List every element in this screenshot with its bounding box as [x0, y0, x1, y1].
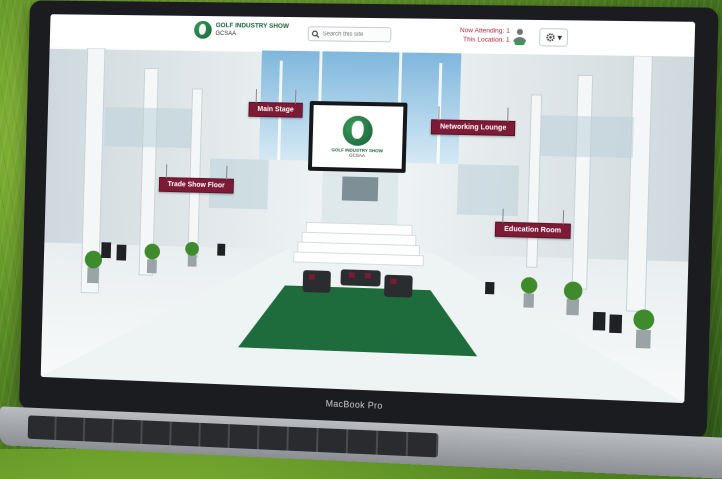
settings-button[interactable]: ▾ — [538, 28, 569, 47]
gear-icon — [545, 32, 556, 42]
chevron-down-icon: ▾ — [557, 31, 563, 43]
globe-logo-icon — [193, 20, 212, 39]
laptop: GOLF INDUSTRY SHOW GCSAA Now Attending: … — [0, 0, 722, 479]
search-icon — [312, 30, 320, 38]
this-location: This Location: 1 — [462, 36, 510, 44]
laptop-bezel: GOLF INDUSTRY SHOW GCSAA Now Attending: … — [18, 0, 719, 439]
search-input[interactable] — [322, 30, 389, 38]
sign-main-stage[interactable]: Main Stage — [248, 101, 303, 118]
laptop-screen: GOLF INDUSTRY SHOW GCSAA Now Attending: … — [40, 14, 696, 404]
attendance-stats: Now Attending: 1 This Location: 1 — [460, 26, 510, 45]
keyboard — [27, 415, 439, 458]
search-box[interactable] — [307, 26, 392, 43]
screen-subtitle: GCSAA — [349, 152, 365, 158]
virtual-lobby: GOLF INDUSTRY SHOW GCSAA Main Stage Netw… — [40, 47, 695, 404]
lobby-video-screen[interactable]: GOLF INDUSTRY SHOW GCSAA — [307, 100, 408, 173]
sign-trade-show-floor[interactable]: Trade Show Floor — [158, 176, 234, 194]
show-logo[interactable]: GOLF INDUSTRY SHOW GCSAA — [193, 20, 289, 40]
sign-networking-lounge[interactable]: Networking Lounge — [430, 119, 516, 137]
sign-education-room[interactable]: Education Room — [494, 221, 571, 239]
globe-logo-icon — [342, 115, 374, 147]
logo-subtitle: GCSAA — [215, 31, 237, 38]
user-avatar-icon[interactable] — [512, 28, 527, 46]
lobby-scene — [40, 47, 695, 404]
